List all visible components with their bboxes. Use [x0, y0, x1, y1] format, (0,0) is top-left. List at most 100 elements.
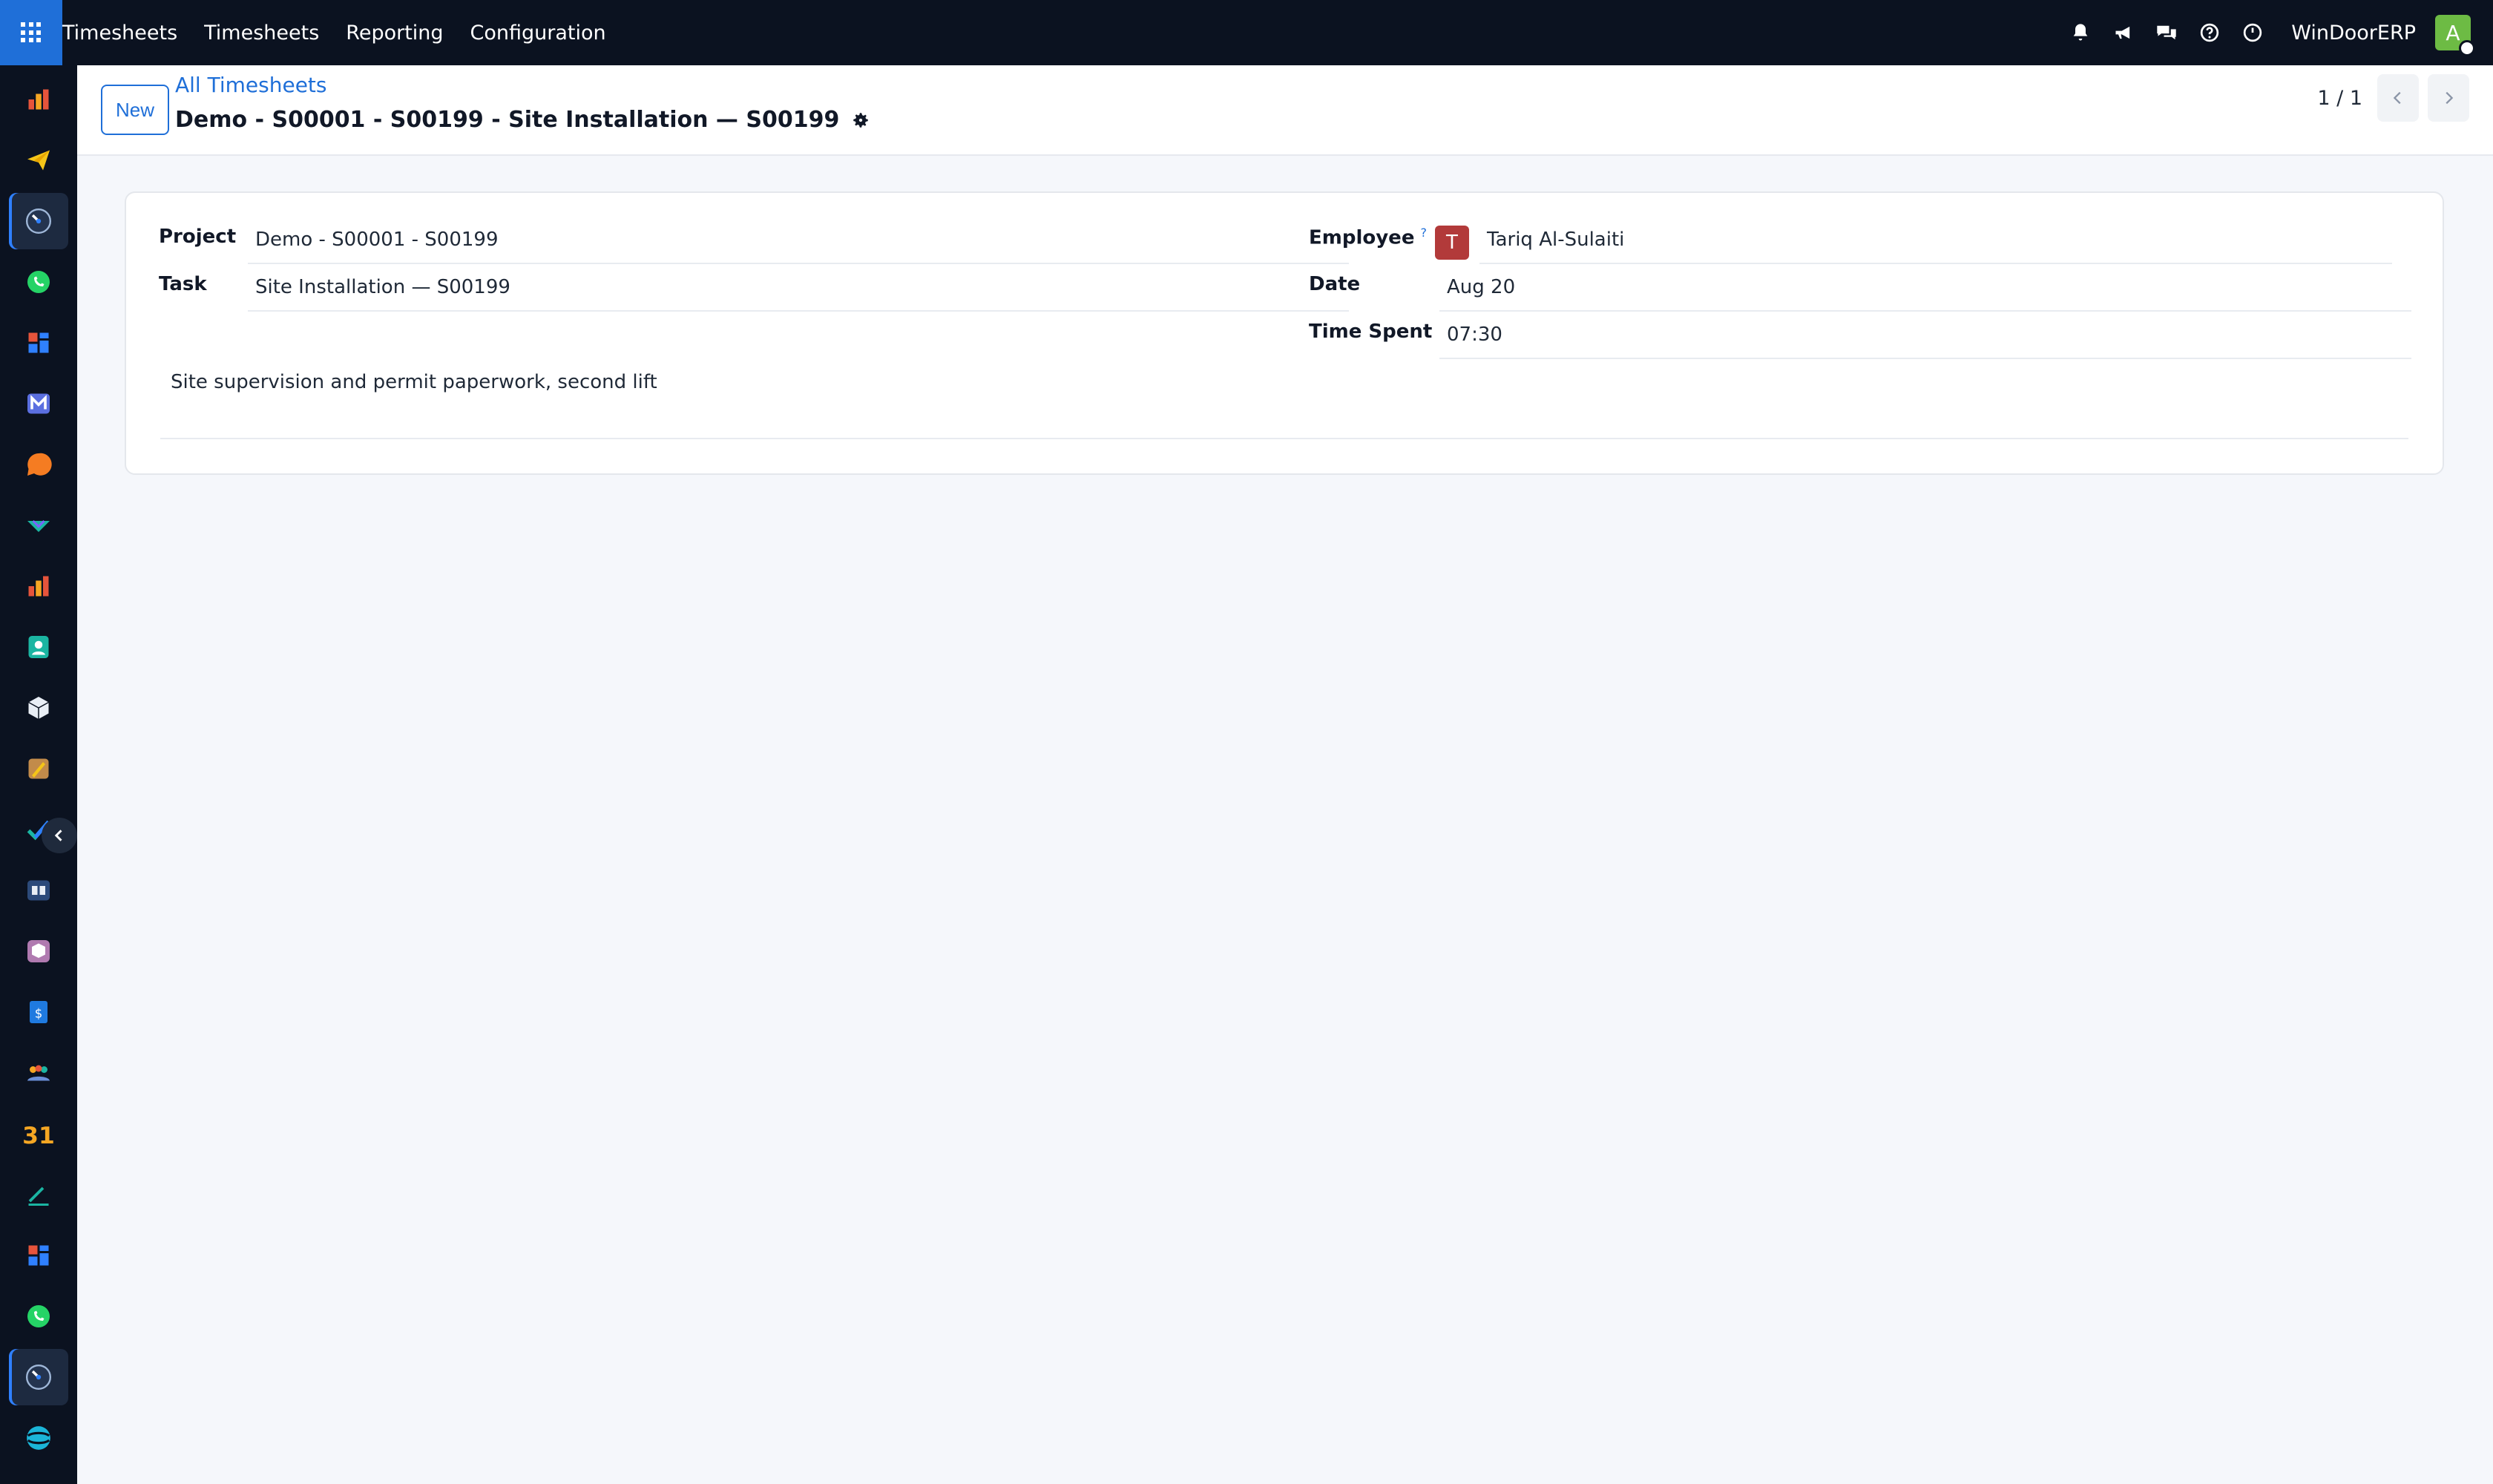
chat-bubble-icon	[27, 453, 52, 476]
sidebar-app-invoicing[interactable]: $	[9, 984, 68, 1040]
sidebar-app-dashboard[interactable]	[9, 71, 68, 128]
sidebar-app-livechat[interactable]	[9, 436, 68, 493]
form-sheet: Project Demo - S00001 - S00199 Task Site…	[125, 191, 2444, 475]
sidebar-app-contacts[interactable]	[9, 619, 68, 675]
presence-dot	[2459, 40, 2475, 56]
time-spent-field[interactable]: 07:30	[1447, 324, 1502, 346]
date-field[interactable]: Aug 20	[1447, 276, 1515, 298]
employee-field-underline	[1479, 263, 2392, 264]
whatsapp-icon	[27, 1305, 50, 1327]
palette-icon	[28, 758, 49, 779]
team-icon	[27, 1065, 50, 1081]
grid-apps-icon	[28, 332, 49, 353]
main-menu: Timesheets Timesheets Reporting Configur…	[62, 0, 606, 65]
task-field-underline	[248, 310, 1349, 312]
sidebar-app-email-marketing[interactable]	[9, 132, 68, 188]
chat-icon[interactable]	[2155, 21, 2178, 45]
menu-app-name[interactable]: Timesheets	[62, 22, 177, 45]
gear-icon[interactable]	[851, 111, 870, 130]
project-field[interactable]: Demo - S00001 - S00199	[255, 229, 499, 251]
employee-label: Employee?	[1309, 226, 1427, 249]
calendar-icon: 31	[24, 1123, 53, 1147]
date-field-underline	[1439, 310, 2411, 312]
dashboard-icon	[28, 89, 49, 110]
chevron-right-icon	[2446, 91, 2454, 105]
sidebar-app-inventory[interactable]	[9, 680, 68, 736]
box-icon	[27, 940, 50, 962]
contacts-icon	[28, 636, 49, 658]
pager-value[interactable]: 1 / 1	[2317, 87, 2362, 110]
checkmark-icon	[27, 519, 50, 532]
timer-icon	[25, 208, 52, 234]
svg-text:31: 31	[24, 1123, 53, 1147]
discuss-icon	[27, 1426, 50, 1450]
app-switcher-button[interactable]	[0, 0, 62, 65]
date-label: Date	[1309, 273, 1361, 295]
bar-chart-icon	[28, 576, 49, 597]
cube-icon	[28, 697, 49, 719]
sidebar-app-mail[interactable]	[9, 375, 68, 432]
sidebar-collapse-button[interactable]	[42, 818, 77, 853]
sidebar-app-calendar[interactable]: 31	[9, 1106, 68, 1162]
timer-icon	[25, 1364, 52, 1391]
sidebar-app-knowledge[interactable]	[9, 862, 68, 919]
sidebar-app-discuss[interactable]	[9, 1410, 68, 1466]
record-title-row: Demo - S00001 - S00199 - Site Installati…	[175, 107, 870, 133]
description-field[interactable]: Site supervision and permit paperwork, s…	[171, 371, 657, 393]
sidebar-app-timesheets-2[interactable]	[9, 1349, 68, 1405]
sidebar-app-employees[interactable]	[9, 1045, 68, 1101]
employee-help-icon[interactable]: ?	[1420, 226, 1427, 240]
whatsapp-icon	[27, 271, 50, 293]
user-avatar[interactable]: A	[2435, 15, 2475, 56]
menu-configuration[interactable]: Configuration	[470, 22, 606, 45]
sidebar-app-whatsapp[interactable]	[9, 254, 68, 310]
task-field[interactable]: Site Installation — S00199	[255, 276, 510, 298]
control-panel: New All Timesheets Demo - S00001 - S0019…	[77, 65, 2493, 156]
megaphone-icon[interactable]	[2112, 21, 2135, 45]
project-field-underline	[248, 263, 1349, 264]
sidebar-app-apps-2[interactable]	[9, 1227, 68, 1284]
employee-label-text: Employee	[1309, 226, 1415, 249]
menu-timesheets[interactable]: Timesheets	[204, 22, 319, 45]
project-label: Project	[159, 226, 237, 248]
breadcrumb-all-timesheets[interactable]: All Timesheets	[175, 73, 327, 97]
time-spent-field-underline	[1439, 358, 2411, 359]
chevron-left-icon	[54, 830, 62, 841]
pager-previous-button[interactable]	[2377, 74, 2419, 122]
employee-field[interactable]: Tariq Al-Sulaiti	[1487, 229, 1624, 251]
sidebar-app-timesheets[interactable]	[9, 193, 68, 249]
pager: 1 / 1	[2317, 74, 2469, 122]
sidebar-app-apps[interactable]	[9, 315, 68, 371]
company-name[interactable]: WinDoorERP	[2291, 22, 2416, 45]
bell-icon[interactable]	[2069, 21, 2092, 45]
sidebar-app-sign[interactable]	[9, 1166, 68, 1223]
clock-icon[interactable]	[2241, 21, 2264, 45]
knowledge-icon	[27, 880, 50, 901]
paper-plane-icon	[27, 150, 50, 171]
systray: WinDoorERP A	[2069, 0, 2475, 65]
sidebar-app-approvals[interactable]	[9, 497, 68, 554]
pager-next-button[interactable]	[2428, 74, 2469, 122]
app-sidebar: $ 31	[0, 65, 77, 1484]
invoice-icon: $	[30, 1001, 47, 1023]
menu-reporting[interactable]: Reporting	[346, 22, 443, 45]
user-initial: A	[2446, 20, 2460, 45]
employee-avatar: T	[1435, 226, 1469, 260]
chevron-left-icon	[2393, 91, 2401, 105]
sign-icon	[28, 1186, 49, 1206]
top-navbar: Timesheets Timesheets Reporting Configur…	[0, 0, 2493, 65]
sidebar-app-whatsapp-2[interactable]	[9, 1288, 68, 1345]
sidebar-app-design[interactable]	[9, 741, 68, 797]
time-spent-label: Time Spent	[1309, 321, 1433, 343]
sidebar-app-products[interactable]	[9, 923, 68, 979]
grid-icon	[21, 22, 42, 43]
employee-initial: T	[1446, 232, 1458, 254]
mail-icon	[27, 393, 50, 414]
help-icon[interactable]	[2198, 21, 2221, 45]
task-label: Task	[159, 273, 207, 295]
description-underline	[160, 438, 2408, 439]
sidebar-app-reporting[interactable]	[9, 558, 68, 614]
svg-text:$: $	[35, 1007, 43, 1021]
page-title: Demo - S00001 - S00199 - Site Installati…	[175, 107, 840, 133]
new-button[interactable]: New	[101, 85, 169, 135]
